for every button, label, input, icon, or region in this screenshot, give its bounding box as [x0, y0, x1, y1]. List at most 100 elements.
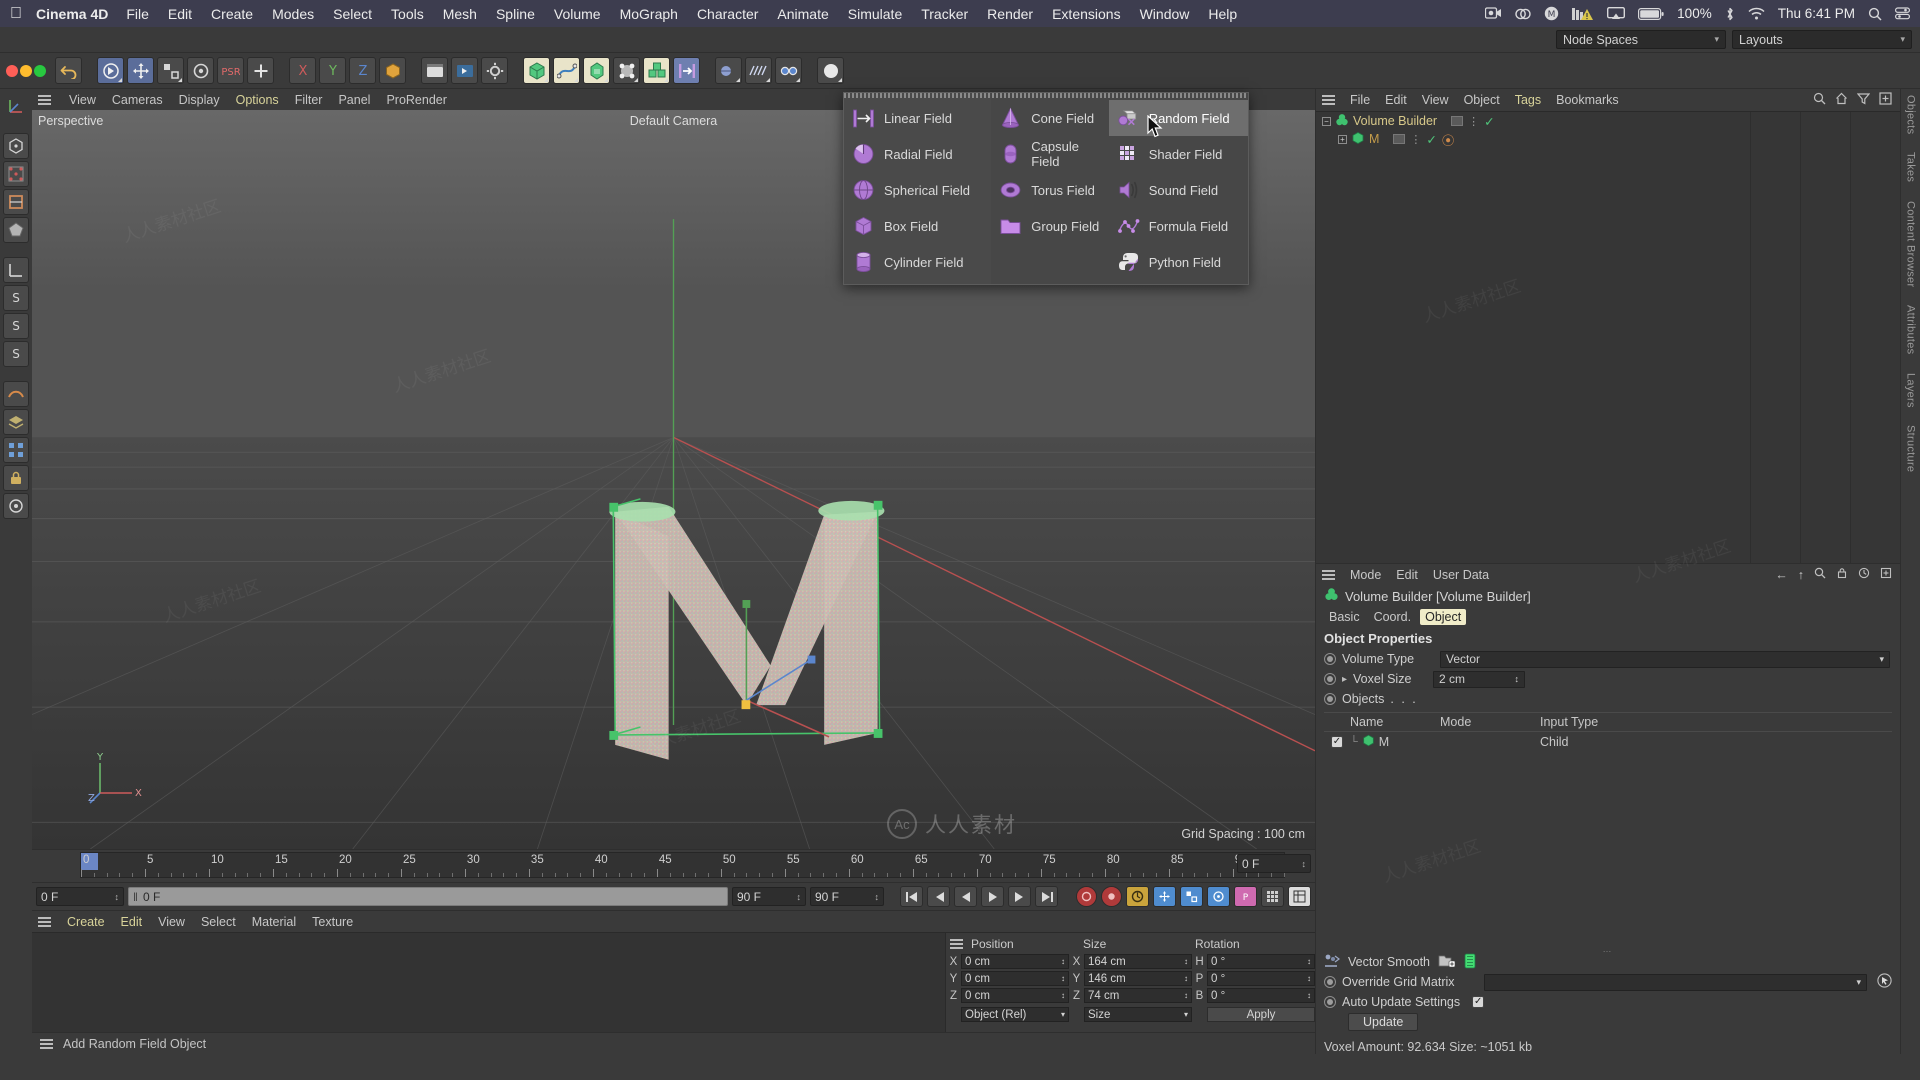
play-forward-button[interactable]: [981, 886, 1004, 907]
menu-volume[interactable]: Volume: [554, 6, 601, 22]
viewport-menu-view[interactable]: View: [69, 93, 96, 107]
render-view-button[interactable]: [421, 57, 448, 84]
clock-label[interactable]: Thu 6:41 PM: [1778, 6, 1855, 21]
coordinate-system-button[interactable]: [379, 57, 406, 84]
auto-update-checkbox[interactable]: ✓: [1472, 996, 1485, 1008]
vtab-structure[interactable]: Structure: [1905, 425, 1917, 472]
deformers-button[interactable]: [613, 57, 640, 84]
cube-primitive-button[interactable]: [523, 57, 550, 84]
menu-item-random-field[interactable]: Random Field: [1108, 100, 1248, 136]
menu-simulate[interactable]: Simulate: [848, 6, 902, 22]
zoom-button[interactable]: [34, 64, 46, 77]
menu-select[interactable]: Select: [333, 6, 372, 22]
stepper-icon[interactable]: ↕: [1302, 859, 1307, 869]
record-point-level-button[interactable]: [1261, 886, 1284, 907]
filter-icon[interactable]: [1856, 92, 1871, 108]
stepper-icon[interactable]: ↕: [1184, 974, 1188, 983]
workplane-snap-button[interactable]: S: [3, 313, 29, 339]
airplay-icon[interactable]: [1607, 6, 1626, 21]
stepper-icon[interactable]: ↕: [1184, 991, 1188, 1000]
generators-button[interactable]: [583, 57, 610, 84]
lock-z-axis-button[interactable]: Z: [349, 57, 376, 84]
menu-item-torus-field[interactable]: Torus Field: [991, 172, 1108, 208]
menu-render[interactable]: Render: [987, 6, 1033, 22]
app-name-label[interactable]: Cinema 4D: [36, 6, 108, 22]
object-manager-tree[interactable]: − Volume Builder ⋮ ✓ + M ⋮ ✓ ⦿: [1316, 111, 1900, 563]
position-y-field[interactable]: 0 cm ↕: [961, 971, 1069, 986]
menu-item-shader-field[interactable]: Shader Field: [1109, 136, 1248, 172]
override-grid-matrix-field[interactable]: ▾: [1484, 973, 1867, 991]
menu-window[interactable]: Window: [1140, 6, 1190, 22]
autokeying-button[interactable]: [1101, 886, 1122, 907]
record-scale-button[interactable]: [1180, 886, 1203, 907]
om-menu-tags[interactable]: Tags: [1515, 93, 1541, 107]
preview-end-field[interactable]: 90 F ↕: [810, 887, 884, 906]
layouts-dropdown[interactable]: Layouts ▾: [1732, 30, 1912, 49]
lock-x-axis-button[interactable]: X: [289, 57, 316, 84]
viewport-menu-cameras[interactable]: Cameras: [112, 93, 163, 107]
move-tool-button[interactable]: [127, 57, 154, 84]
popup-grip[interactable]: [844, 93, 1248, 98]
camera-button[interactable]: [775, 57, 802, 84]
param-bullet-icon[interactable]: [1324, 673, 1336, 685]
vtab-layers[interactable]: Layers: [1905, 373, 1917, 408]
material-menu-create[interactable]: Create: [67, 915, 105, 929]
menu-mograph[interactable]: MoGraph: [620, 6, 678, 22]
record-parameter-button[interactable]: P: [1234, 886, 1257, 907]
vector-smooth-row[interactable]: Vector Smooth: [1316, 952, 1900, 972]
rotation-p-field[interactable]: 0 ° ↕: [1207, 971, 1315, 986]
check-icon[interactable]: ✓: [1484, 114, 1494, 129]
hamburger-icon[interactable]: [38, 916, 51, 927]
home-icon[interactable]: [1835, 92, 1848, 108]
menu-help[interactable]: Help: [1208, 6, 1237, 22]
link-icon-button[interactable]: [3, 493, 29, 519]
menu-item-cone-field[interactable]: Cone Field: [991, 100, 1108, 136]
menu-spline[interactable]: Spline: [496, 6, 535, 22]
minimize-button[interactable]: [20, 64, 32, 77]
coord-size-dropdown[interactable]: Size ▾: [1084, 1007, 1192, 1022]
update-button[interactable]: Update: [1348, 1013, 1419, 1031]
rotation-b-field[interactable]: 0 ° ↕: [1207, 988, 1315, 1003]
object-axis-mode-button[interactable]: [3, 257, 29, 283]
menu-tracker[interactable]: Tracker: [921, 6, 968, 22]
rotation-h-field[interactable]: 0 ° ↕: [1207, 954, 1315, 969]
quantize-snap-button[interactable]: S: [3, 341, 29, 367]
chevron-right-icon[interactable]: ▸: [1342, 674, 1347, 685]
material-menu-view[interactable]: View: [158, 915, 185, 929]
equalizer-warning-icon[interactable]: [1572, 7, 1594, 21]
tab-object[interactable]: Object: [1420, 609, 1467, 625]
param-bullet-icon[interactable]: [1324, 976, 1336, 988]
play-back-button[interactable]: [954, 886, 977, 907]
spline-pen-button[interactable]: [553, 57, 580, 84]
menu-item-box-field[interactable]: Box Field: [844, 208, 991, 244]
axis-icon[interactable]: [3, 93, 29, 119]
tab-basic[interactable]: Basic: [1324, 609, 1365, 625]
back-arrow-icon[interactable]: ←: [1775, 568, 1788, 582]
layers-button[interactable]: [3, 409, 29, 435]
keyframe-selection-button[interactable]: [1126, 886, 1149, 907]
grip-icon[interactable]: ‖: [133, 890, 138, 904]
param-bullet-icon[interactable]: [1324, 996, 1336, 1008]
menu-file[interactable]: File: [126, 6, 149, 22]
wifi-icon[interactable]: [1748, 7, 1765, 20]
voxel-size-field[interactable]: 2 cm ↕: [1433, 670, 1526, 688]
vtab-objects[interactable]: Objects: [1905, 95, 1917, 134]
material-list[interactable]: [32, 933, 945, 1032]
frame-range-bar[interactable]: ‖ 0 F: [128, 887, 728, 906]
grid-filter-button[interactable]: [3, 437, 29, 463]
lock-icon-button[interactable]: [3, 465, 29, 491]
param-bullet-icon[interactable]: [1324, 653, 1336, 665]
checkbox-checked-icon[interactable]: ✓: [1331, 735, 1343, 748]
coord-mode-dropdown[interactable]: Object (Rel) ▾: [961, 1007, 1069, 1022]
position-x-field[interactable]: 0 cm ↕: [961, 954, 1069, 969]
menu-extensions[interactable]: Extensions: [1052, 6, 1120, 22]
hamburger-icon[interactable]: [1322, 569, 1335, 580]
am-menu-edit[interactable]: Edit: [1396, 568, 1418, 582]
stepper-icon[interactable]: ↕: [875, 892, 880, 902]
apple-icon[interactable]: : [10, 5, 22, 22]
step-forward-button[interactable]: [1008, 886, 1031, 907]
om-menu-view[interactable]: View: [1422, 93, 1449, 107]
mail-circle-icon[interactable]: M: [1544, 6, 1559, 21]
viewport-menu-display[interactable]: Display: [179, 93, 220, 107]
expand-icon[interactable]: [1879, 92, 1892, 108]
